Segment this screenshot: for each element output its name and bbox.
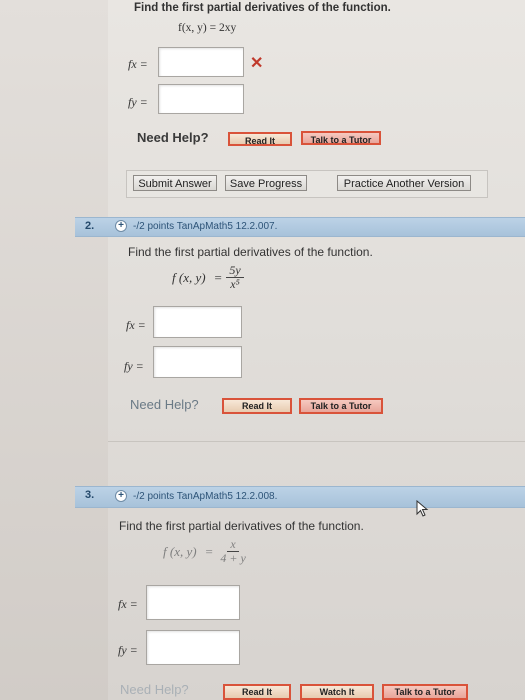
q3-fy-input[interactable] [146, 630, 240, 665]
q1-fx-label: fx = [128, 57, 148, 71]
q2-read-it-button[interactable]: Read It [222, 398, 292, 414]
q3-function-lhs: f (x, y) [163, 543, 197, 559]
q1-instruction: Find the first partial derivatives of th… [134, 2, 391, 14]
q3-function: f (x, y) = x 4 + y [163, 538, 249, 565]
q3-read-it-button[interactable]: Read It [223, 684, 291, 700]
expand-plus-icon[interactable]: + [115, 220, 127, 232]
q3-function-eq: = [204, 543, 214, 559]
q2-instruction: Find the first partial derivatives of th… [128, 245, 373, 259]
homework-page: Find the first partial derivatives of th… [0, 0, 525, 700]
q1-fy-label: fy = [128, 95, 148, 109]
incorrect-icon: ✕ [250, 55, 264, 72]
q3-watch-it-button[interactable]: Watch It [300, 684, 374, 700]
save-progress-button[interactable]: Save Progress [225, 175, 307, 191]
q1-function: f(x, y) = 2xy [178, 22, 237, 34]
q2-fy-input[interactable] [153, 346, 242, 378]
divider [108, 441, 525, 442]
q1-fy-input[interactable] [158, 84, 244, 114]
practice-another-version-button[interactable]: Practice Another Version [337, 175, 471, 191]
q3-instruction: Find the first partial derivatives of th… [119, 519, 364, 533]
q2-fy-label: fy = [124, 359, 144, 373]
q3-need-help: Need Help? [120, 682, 189, 697]
q2-fx-label: fx = [126, 318, 146, 332]
q1-talk-to-tutor-button[interactable]: Talk to a Tutor [301, 131, 381, 145]
q2-talk-to-tutor-button[interactable]: Talk to a Tutor [299, 398, 383, 414]
q3-points-source: -/2 points TanApMath5 12.2.008. [133, 491, 278, 502]
q1-need-help: Need Help? [137, 130, 209, 145]
submit-answer-button[interactable]: Submit Answer [133, 175, 217, 191]
q2-fraction: 5y x⁵ [226, 264, 244, 291]
q2-fx-input[interactable] [153, 306, 242, 338]
q1-action-bar: Submit Answer Save Progress Practice Ano… [126, 170, 488, 198]
q2-function-eq: = [213, 269, 223, 285]
q2-function-lhs: f (x, y) [172, 269, 206, 285]
expand-plus-icon[interactable]: + [115, 490, 127, 502]
q2-denominator: x⁵ [230, 277, 240, 291]
q3-fy-label: fy = [118, 643, 138, 657]
q3-numerator: x [227, 538, 239, 552]
q3-fx-input[interactable] [146, 585, 240, 620]
q1-read-it-button[interactable]: Read It [228, 132, 292, 146]
q3-number: 3. [85, 489, 95, 501]
q2-header: 2. + -/2 points TanApMath5 12.2.007. [75, 217, 525, 237]
mouse-pointer-icon [416, 500, 429, 517]
left-margin [0, 0, 108, 700]
q3-fraction: x 4 + y [217, 538, 248, 565]
q2-number: 2. [85, 220, 95, 232]
q3-fx-label: fx = [118, 597, 138, 611]
q3-talk-to-tutor-button[interactable]: Talk to a Tutor [382, 684, 468, 700]
q2-points-source: -/2 points TanApMath5 12.2.007. [133, 221, 278, 232]
q2-need-help: Need Help? [130, 397, 199, 412]
q3-denominator: 4 + y [220, 551, 246, 565]
q3-header: 3. + -/2 points TanApMath5 12.2.008. [75, 486, 525, 508]
q1-fx-input[interactable] [158, 47, 244, 77]
q2-function: f (x, y) = 5y x⁵ [172, 264, 244, 291]
q2-numerator: 5y [226, 264, 244, 278]
